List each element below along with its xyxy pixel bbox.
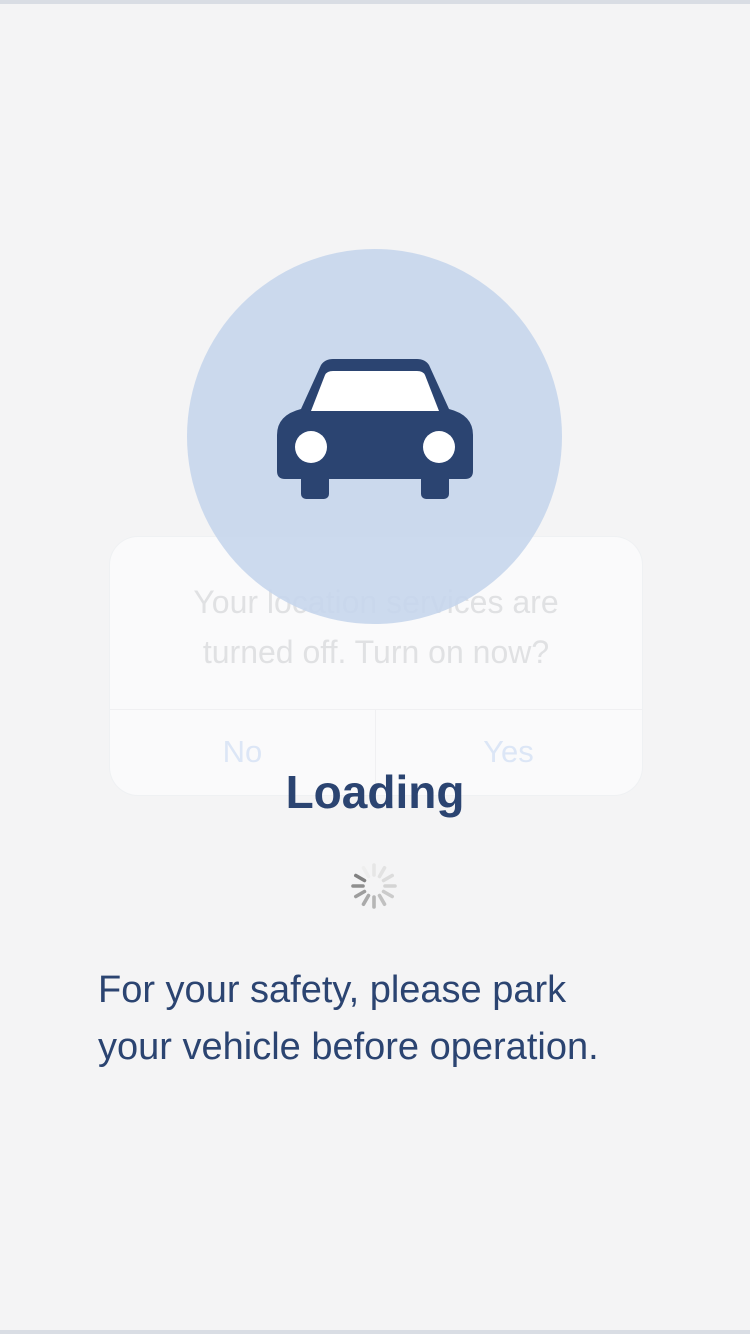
safety-message: For your safety, please park your vehicl… [98, 969, 599, 1068]
screen: Your location services are turned off. T… [0, 0, 750, 1334]
top-edge [0, 0, 750, 4]
activity-spinner-icon [351, 863, 397, 909]
car-icon-circle [187, 249, 562, 624]
loading-title: Loading [285, 766, 465, 818]
car-icon [277, 359, 473, 499]
bottom-edge [0, 1330, 750, 1334]
